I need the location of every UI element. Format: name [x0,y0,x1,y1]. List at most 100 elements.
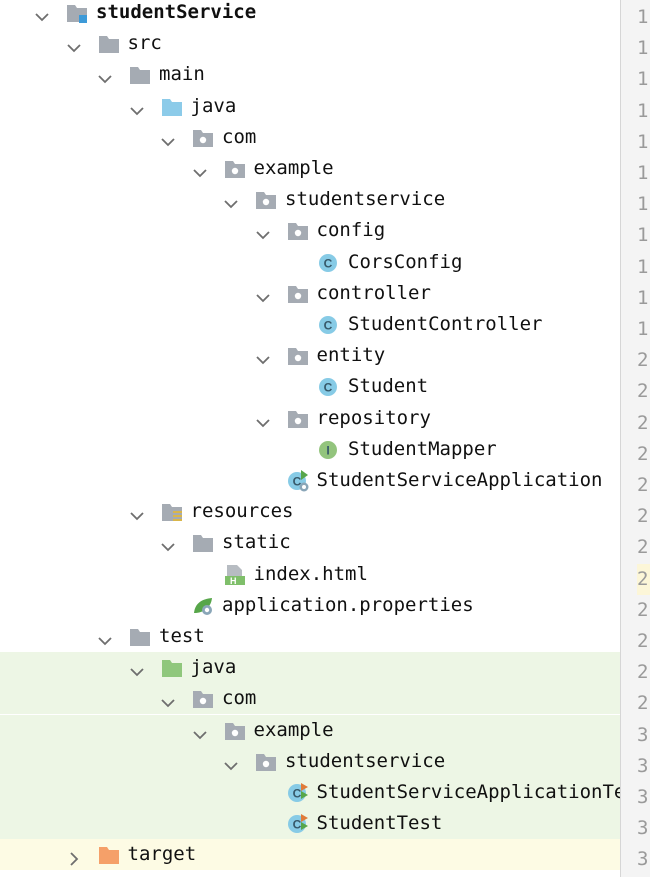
java-class-icon: C [318,252,340,274]
chevron-down-icon[interactable] [255,410,271,427]
source-root-folder-icon [161,96,183,118]
tree-row-studentservice[interactable]: studentservice [0,745,620,777]
svg-text:C: C [324,381,333,395]
package-icon [255,189,277,211]
gutter-line-number: 2 [637,630,649,652]
tree-item-label: StudentController [348,313,543,335]
chevron-right-icon[interactable] [66,846,82,867]
tree-row-entity[interactable]: entity [0,340,620,371]
gutter-line-number: 2 [637,505,649,528]
folder-icon [129,64,151,86]
tree-row-corsconfig[interactable]: C CorsConfig [0,247,620,278]
tree-row-static[interactable]: static [0,527,620,558]
tree-item-label: test [159,625,205,647]
tree-item-label: index.html [253,562,368,585]
chevron-down-icon[interactable] [34,4,50,22]
tree-item-label: studentservice [285,749,446,772]
tree-row-test[interactable]: test [0,621,620,652]
gutter-line-number: 1 [637,162,649,184]
chevron-down-icon[interactable] [97,628,113,646]
tree-item-label: repository [316,406,431,429]
gutter-line-number: 1 [637,130,649,153]
tree-item-label: static [222,531,291,554]
gutter-line-number: 1 [637,99,649,122]
chevron-down-icon[interactable] [223,753,239,771]
tree-row-index-html[interactable]: Hindex.html [0,559,620,590]
gutter-line-number: 1 [637,318,649,340]
tree-item-label: entity [316,344,386,367]
module-folder-icon [66,2,88,24]
package-icon [224,158,246,180]
tree-item-label: src [127,32,162,55]
tree-row-target[interactable]: target [0,839,620,871]
tree-row-config[interactable]: config [0,215,620,246]
gutter-line-number: 3 [637,723,649,746]
tree-row-controller[interactable]: controller [0,278,620,309]
gutter-line-number: 1 [637,6,649,28]
chevron-down-icon[interactable] [160,534,176,552]
test-class-icon: C [287,813,309,835]
tree-item-label: main [159,63,205,86]
chevron-down-icon[interactable] [255,347,271,365]
chevron-down-icon[interactable] [255,285,271,303]
tree-row-studentservice[interactable]: studentService [0,0,620,28]
tree-row-src[interactable]: src [0,28,620,59]
package-icon [255,751,277,773]
chevron-down-icon[interactable] [255,222,271,240]
tree-item-label: target [127,843,197,866]
chevron-down-icon[interactable] [160,129,176,147]
tree-row-application-properties[interactable]: application.properties [0,590,620,621]
gutter-line-number: 1 [637,224,649,247]
tree-item-label: application.properties [222,593,474,616]
tree-row-resources[interactable]: resources [0,496,620,527]
gutter-line-number: 3 [637,817,649,840]
tree-row-repository[interactable]: repository [0,403,620,434]
gutter-line-number: 2 [637,563,650,595]
tree-row-java[interactable]: java [0,91,620,122]
gutter-line-number: 1 [637,68,649,91]
gutter-line-number: 3 [637,786,649,808]
gutter-line-number: 1 [637,37,649,60]
tree-row-studentserviceapplication[interactable]: C StudentServiceApplication [0,465,620,496]
java-interface-icon: I [318,439,340,461]
gutter-line-number: 2 [637,380,649,403]
gutter-line-number: 2 [637,661,649,684]
resources-folder-icon [161,501,183,523]
test-class-icon: C [287,782,309,804]
tree-row-studentcontroller[interactable]: C StudentController [0,309,620,340]
tree-row-studentmapper[interactable]: I StudentMapper [0,434,620,465]
tree-row-example[interactable]: example [0,714,620,746]
gutter-line-number: 1 [637,255,649,278]
svg-text:C: C [292,787,301,801]
gutter-line-number: 2 [637,411,649,434]
package-icon [224,720,246,742]
tree-row-com[interactable]: com [0,683,620,715]
gutter-line-number: 2 [637,692,649,715]
tree-row-studentservice[interactable]: studentservice [0,184,620,215]
tree-row-student[interactable]: C Student [0,371,620,402]
chevron-down-icon[interactable] [66,35,82,53]
tree-row-com[interactable]: com [0,122,620,153]
editor-gutter: 1 1 1 1 1 1 1 1 1 1 1 2 2 2 2 2 2 2 2 2 2 2 2 3 3 3 3 3 [620,0,650,877]
tree-row-studentserviceapplicationte[interactable]: C StudentServiceApplicationTe [0,777,620,808]
chevron-down-icon[interactable] [223,191,239,209]
svg-text:C: C [292,818,301,832]
tree-row-java[interactable]: java [0,652,620,684]
folder-icon [192,532,214,554]
chevron-down-icon[interactable] [129,98,145,115]
chevron-down-icon[interactable] [192,722,208,739]
chevron-down-icon[interactable] [97,66,113,84]
tree-row-studenttest[interactable]: C StudentTest [0,808,620,840]
excluded-folder-icon [98,844,120,866]
tree-row-example[interactable]: example [0,153,620,184]
chevron-down-icon[interactable] [129,503,145,521]
chevron-down-icon[interactable] [160,690,176,708]
tree-item-label: example [253,718,334,741]
chevron-down-icon[interactable] [129,659,145,677]
package-icon [287,220,309,242]
tree-item-label: com [222,687,257,710]
chevron-down-icon[interactable] [192,160,208,178]
tree-row-main[interactable]: main [0,59,620,90]
spring-boot-class-icon: C [287,470,309,492]
tree-item-label: StudentTest [316,812,443,835]
